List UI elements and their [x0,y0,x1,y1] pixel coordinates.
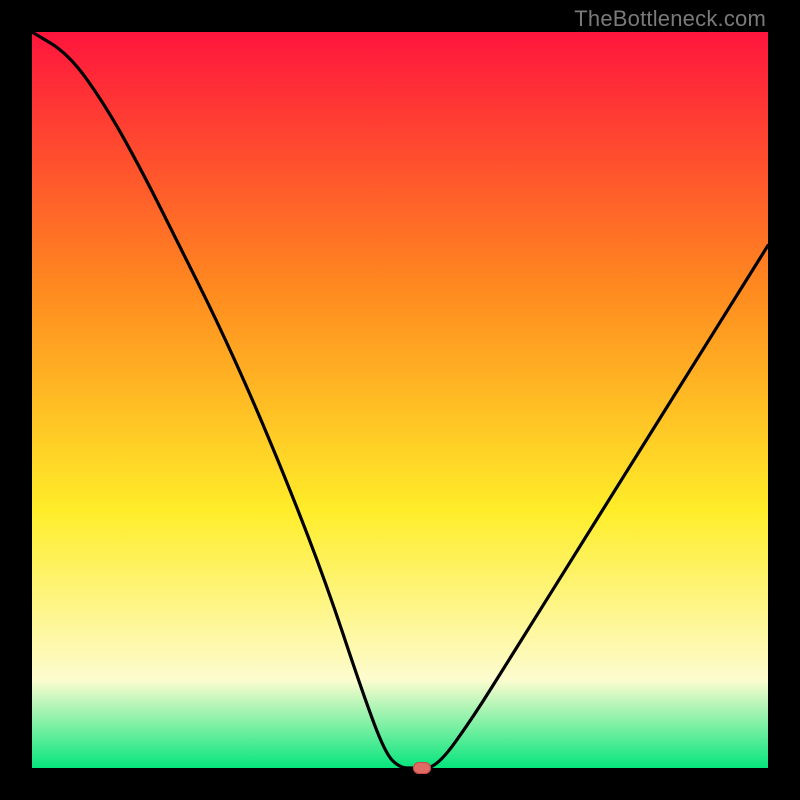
chart-frame: TheBottleneck.com [0,0,800,800]
bottleneck-curve [32,32,768,768]
minimum-marker [413,762,431,774]
watermark-text: TheBottleneck.com [574,6,766,32]
plot-area [32,32,768,768]
